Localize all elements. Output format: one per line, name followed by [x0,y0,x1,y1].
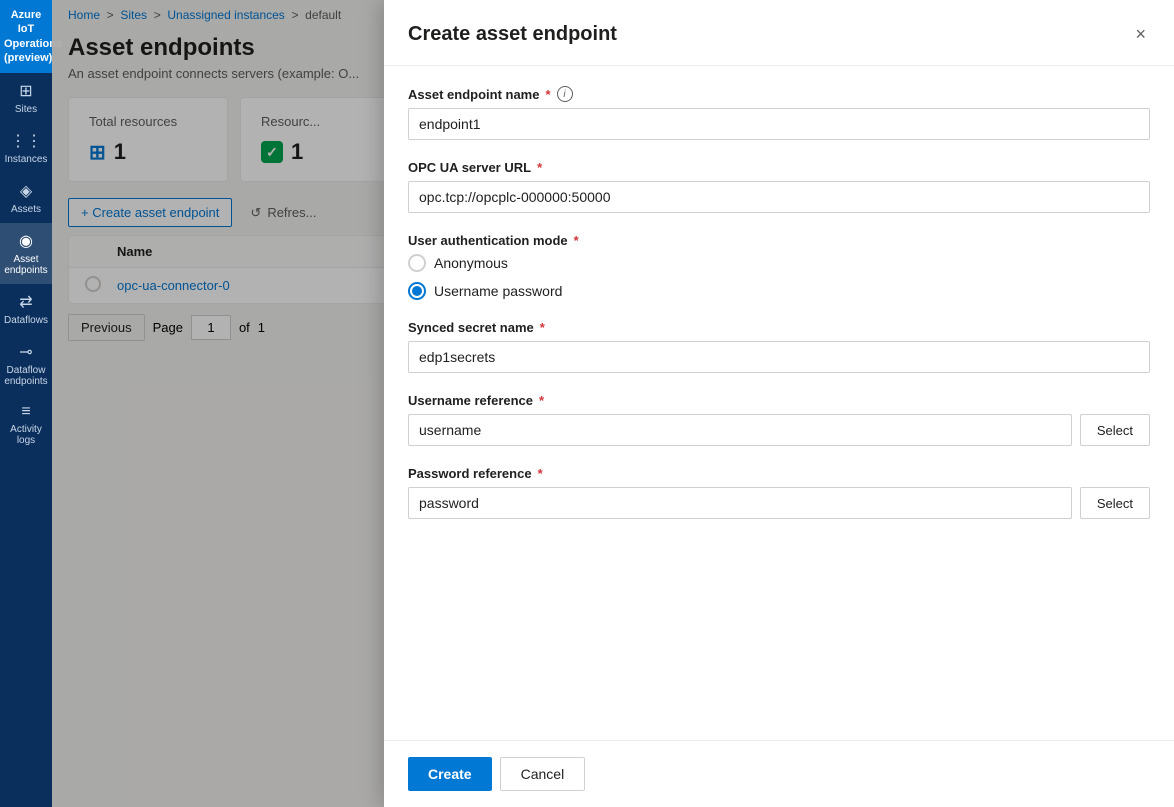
assets-icon: ◈ [20,181,32,201]
anonymous-radio[interactable] [408,254,426,272]
activity-logs-icon: ≡ [21,403,30,421]
username-reference-label: Username reference * [408,393,1150,408]
required-indicator: * [574,233,579,248]
dialog-footer: Create Cancel [384,740,1174,807]
anonymous-radio-item[interactable]: Anonymous [408,254,1150,272]
sites-icon: ⊞ [19,81,32,101]
synced-secret-name-input[interactable] [408,341,1150,373]
sidebar-item-label: Instances [5,154,48,165]
sidebar-item-label: Assets [11,204,41,215]
sidebar-item-dataflows[interactable]: ⇄ Dataflows [0,284,52,334]
synced-secret-name-group: Synced secret name * [408,320,1150,373]
sidebar-item-label: Sites [15,104,37,115]
dataflow-endpoints-icon: ⊸ [19,342,32,362]
user-auth-mode-group: User authentication mode * Anonymous Use… [408,233,1150,300]
sidebar-item-asset-endpoints[interactable]: ◉ Asset endpoints [0,223,52,284]
username-password-radio-item[interactable]: Username password [408,282,1150,300]
password-reference-input[interactable] [408,487,1072,519]
username-reference-input-group: Select [408,414,1150,446]
sidebar-item-assets[interactable]: ◈ Assets [0,173,52,223]
opc-ua-server-url-label: OPC UA server URL * [408,160,1150,175]
dialog-header: Create asset endpoint × [384,0,1174,66]
password-reference-group: Password reference * Select [408,466,1150,519]
sidebar-item-label: Activity logs [4,424,48,446]
password-select-button[interactable]: Select [1080,487,1150,519]
password-reference-input-group: Select [408,487,1150,519]
opc-ua-server-url-group: OPC UA server URL * [408,160,1150,213]
anonymous-label: Anonymous [434,255,508,271]
required-indicator: * [538,466,543,481]
asset-endpoints-icon: ◉ [19,231,33,251]
app-title: Azure IoT Operations (preview) [0,0,52,73]
password-reference-label: Password reference * [408,466,1150,481]
sidebar-item-label: Asset endpoints [4,254,48,276]
asset-endpoint-name-label: Asset endpoint name * i [408,86,1150,102]
create-button[interactable]: Create [408,757,492,791]
dialog-body: Asset endpoint name * i OPC UA server UR… [384,66,1174,740]
sidebar-item-dataflow-endpoints[interactable]: ⊸ Dataflow endpoints [0,334,52,395]
required-indicator: * [539,393,544,408]
sidebar-item-instances[interactable]: ⋮⋮ Instances [0,123,52,173]
required-indicator: * [545,87,550,102]
sidebar-item-label: Dataflows [4,315,48,326]
dialog-title: Create asset endpoint [408,23,617,46]
instances-icon: ⋮⋮ [10,131,42,151]
sidebar-item-label: Dataflow endpoints [4,365,48,387]
dialog-close-button[interactable]: × [1131,20,1150,49]
info-icon[interactable]: i [557,86,573,102]
username-select-button[interactable]: Select [1080,414,1150,446]
opc-ua-server-url-input[interactable] [408,181,1150,213]
username-reference-group: Username reference * Select [408,393,1150,446]
synced-secret-name-label: Synced secret name * [408,320,1150,335]
required-indicator: * [537,160,542,175]
auth-mode-radio-group: Anonymous Username password [408,254,1150,300]
cancel-button[interactable]: Cancel [500,757,586,791]
asset-endpoint-name-group: Asset endpoint name * i [408,86,1150,140]
username-reference-input[interactable] [408,414,1072,446]
create-asset-endpoint-dialog: Create asset endpoint × Asset endpoint n… [384,0,1174,807]
username-password-radio[interactable] [408,282,426,300]
sidebar-item-sites[interactable]: ⊞ Sites [0,73,52,123]
user-auth-mode-label: User authentication mode * [408,233,1150,248]
dataflows-icon: ⇄ [19,292,32,312]
required-indicator: * [540,320,545,335]
asset-endpoint-name-input[interactable] [408,108,1150,140]
sidebar: Azure IoT Operations (preview) ⊞ Sites ⋮… [0,0,52,807]
username-password-label: Username password [434,283,562,299]
sidebar-item-activity-logs[interactable]: ≡ Activity logs [0,395,52,454]
